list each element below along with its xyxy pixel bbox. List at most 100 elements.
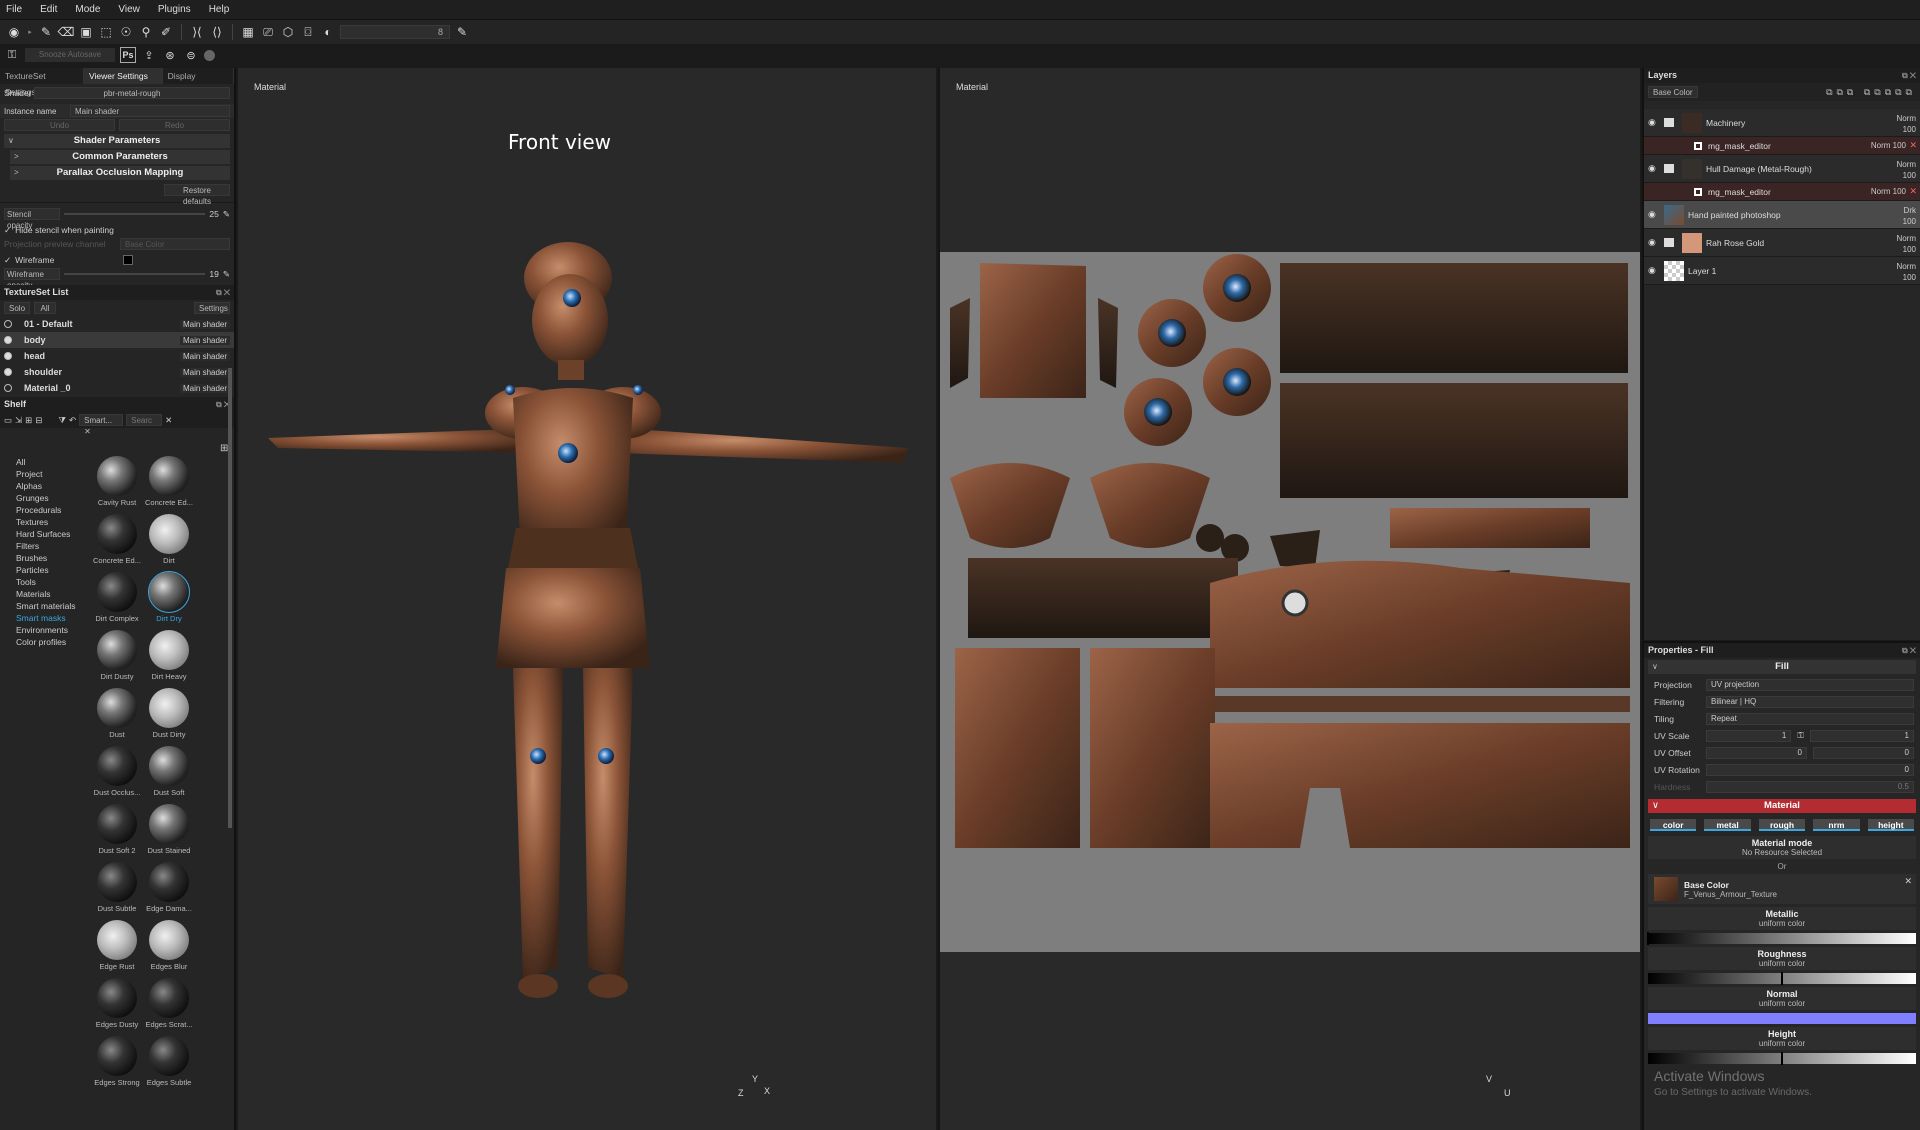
shelf-category[interactable]: Brushes xyxy=(0,552,88,564)
symmetry-icon[interactable]: ⟩⟨ xyxy=(189,24,205,40)
paint-brush-icon[interactable]: ✎ xyxy=(38,24,54,40)
uv-scale-input[interactable]: 1 xyxy=(1706,729,1792,742)
parallax-occlusion-section[interactable]: > Parallax Occlusion Mapping xyxy=(10,166,230,180)
radio-icon[interactable] xyxy=(4,384,12,392)
shelf-category[interactable]: Environments xyxy=(0,624,88,636)
height-slider[interactable] xyxy=(1648,1052,1916,1065)
share-icon[interactable]: ⊜ xyxy=(183,47,199,63)
menu-mode[interactable]: Mode xyxy=(75,4,100,15)
shelf-category[interactable]: Filters xyxy=(0,540,88,552)
close-icon[interactable]: ✕ xyxy=(1909,140,1917,151)
shelf-item[interactable]: Edge Rust xyxy=(92,917,142,975)
channel-rough-toggle[interactable]: rough xyxy=(1758,819,1806,831)
mask-blend-mode[interactable]: Norm 100 xyxy=(1871,140,1906,151)
shelf-item[interactable]: Dust Soft 2 xyxy=(92,801,142,859)
picker-icon[interactable]: ✐ xyxy=(158,24,174,40)
hardness-input[interactable]: 0.5 xyxy=(1706,780,1914,793)
menu-edit[interactable]: Edit xyxy=(40,4,57,15)
roughness-slider[interactable] xyxy=(1648,972,1916,985)
close-icon[interactable]: ✕ xyxy=(165,415,172,426)
solo-button[interactable]: Solo xyxy=(4,302,30,314)
height-knob[interactable] xyxy=(1781,1052,1783,1065)
layer-row[interactable]: ◉ Machinery Norm 100 xyxy=(1644,109,1920,137)
metallic-slider[interactable] xyxy=(1647,932,1916,945)
shelf-item[interactable]: Edges Subtle xyxy=(144,1033,194,1091)
shelf-category[interactable]: Alphas xyxy=(0,480,88,492)
radio-icon[interactable] xyxy=(4,336,12,344)
shader-parameters-section[interactable]: ∨ Shader Parameters xyxy=(4,134,230,148)
layer-blend-mode[interactable]: Norm 100 xyxy=(1896,261,1916,283)
shelf-item[interactable]: Dust Dirty xyxy=(144,685,194,743)
redo-button[interactable]: Redo xyxy=(119,119,230,131)
shelf-search-input[interactable]: Searc xyxy=(126,414,163,426)
folder-icon[interactable]: ▭ xyxy=(4,415,12,426)
shelf-item[interactable]: Dust Stained xyxy=(144,801,194,859)
export-icon[interactable]: ⇪ xyxy=(141,47,157,63)
textureset-shader[interactable]: Main shader xyxy=(180,319,230,329)
shelf-category[interactable]: Particles xyxy=(0,564,88,576)
panel-controls-icon[interactable]: ⧉ ✕ xyxy=(216,285,230,300)
lock-icon[interactable]: ⚿ xyxy=(4,47,20,63)
layer-row[interactable]: ◉ Rah Rose Gold Norm 100 xyxy=(1644,229,1920,257)
radio-icon[interactable] xyxy=(4,352,12,360)
tab-textureset-settings[interactable]: TextureSet Settings xyxy=(0,68,84,97)
menu-help[interactable]: Help xyxy=(209,4,230,15)
camera-icon[interactable]: ⎚ xyxy=(260,24,276,40)
layer-blend-mode[interactable]: Norm 100 xyxy=(1896,113,1916,135)
textureset-item[interactable]: 01 - Default Main shader xyxy=(0,316,234,332)
eraser-icon[interactable]: ⌫ xyxy=(58,24,75,40)
smudge-icon[interactable]: ☉ xyxy=(118,24,134,40)
tab-viewer-settings[interactable]: Viewer Settings ✕ xyxy=(83,68,163,97)
photoshop-icon[interactable]: Ps xyxy=(120,47,136,63)
shelf-category[interactable]: Procedurals xyxy=(0,504,88,516)
normal-color-swatch[interactable] xyxy=(1648,1013,1916,1024)
eye-icon[interactable]: ◉ xyxy=(1648,265,1660,276)
projection-select[interactable]: UV projection xyxy=(1706,678,1914,691)
uv-scale-input-2[interactable]: 1 xyxy=(1809,729,1914,742)
instance-name-input[interactable]: Main shader xyxy=(70,105,230,117)
layer-actions-icon[interactable]: ⧉⧉⧉ ⧉⧉⧉⧉⧉ xyxy=(1826,87,1916,98)
metallic-knob[interactable] xyxy=(1647,932,1649,945)
close-icon[interactable]: ✕ xyxy=(1904,876,1912,887)
shelf-category[interactable]: Tools xyxy=(0,576,88,588)
material-mode-block[interactable]: Material mode No Resource Selected xyxy=(1648,836,1916,859)
shelf-item[interactable]: Edges Scrat... xyxy=(144,975,194,1033)
wireframe-color-swatch[interactable] xyxy=(123,255,134,265)
textureset-item[interactable]: shoulder Main shader xyxy=(0,364,234,380)
projection-icon[interactable]: ▣ xyxy=(78,24,94,40)
wireframe-opacity-slider[interactable] xyxy=(64,273,206,275)
channel-height-toggle[interactable]: height xyxy=(1867,819,1915,831)
shelf-item[interactable]: Edges Blur xyxy=(144,917,194,975)
channel-select[interactable]: Base Color xyxy=(1648,86,1698,98)
filter-icon[interactable]: ⧩ xyxy=(58,415,66,426)
mirror-icon[interactable]: ⟨⟩ xyxy=(209,24,225,40)
view-mode-icon[interactable]: ▦ xyxy=(240,24,256,40)
clone-icon[interactable]: ⚲ xyxy=(138,24,154,40)
textureset-shader[interactable]: Main shader xyxy=(180,383,230,393)
common-parameters-section[interactable]: > Common Parameters xyxy=(10,150,230,164)
panel-controls-icon[interactable]: ⧉ ✕ xyxy=(1902,643,1916,658)
base-color-thumbnail[interactable] xyxy=(1654,877,1678,901)
layer-row[interactable]: ◉ Layer 1 Norm 100 xyxy=(1644,257,1920,285)
scrollbar[interactable] xyxy=(228,368,232,828)
eye-icon[interactable]: ◉ xyxy=(1648,163,1660,174)
textureset-shader[interactable]: Main shader xyxy=(180,351,230,361)
channel-nrm-toggle[interactable]: nrm xyxy=(1813,819,1860,831)
layer-blend-mode[interactable]: Norm 100 xyxy=(1896,159,1916,181)
channel-color-toggle[interactable]: color xyxy=(1650,819,1697,831)
shelf-item[interactable]: Cavity Rust xyxy=(92,453,142,511)
shelf-category[interactable]: Color profiles xyxy=(0,636,88,648)
shelf-category[interactable]: Hard Surfaces xyxy=(0,528,88,540)
shelf-item[interactable]: Concrete Ed... xyxy=(144,453,194,511)
undo-icon[interactable]: ↶ xyxy=(69,415,76,426)
radio-icon[interactable] xyxy=(4,368,12,376)
shelf-item[interactable]: Dust Subtle xyxy=(92,859,142,917)
mask-blend-mode[interactable]: Norm 100 xyxy=(1871,186,1906,197)
mask-row[interactable]: mg_mask_editor Norm 100 ✕ xyxy=(1644,183,1920,201)
shelf-item[interactable]: Dirt Dusty xyxy=(92,627,142,685)
shader-select[interactable]: pbr-metal-rough xyxy=(34,87,230,99)
menu-plugins[interactable]: Plugins xyxy=(158,4,191,15)
channel-metal-toggle[interactable]: metal xyxy=(1704,819,1751,831)
uv-offset-input[interactable]: 0 xyxy=(1706,746,1807,759)
shelf-category[interactable]: Smart masks xyxy=(0,612,88,624)
